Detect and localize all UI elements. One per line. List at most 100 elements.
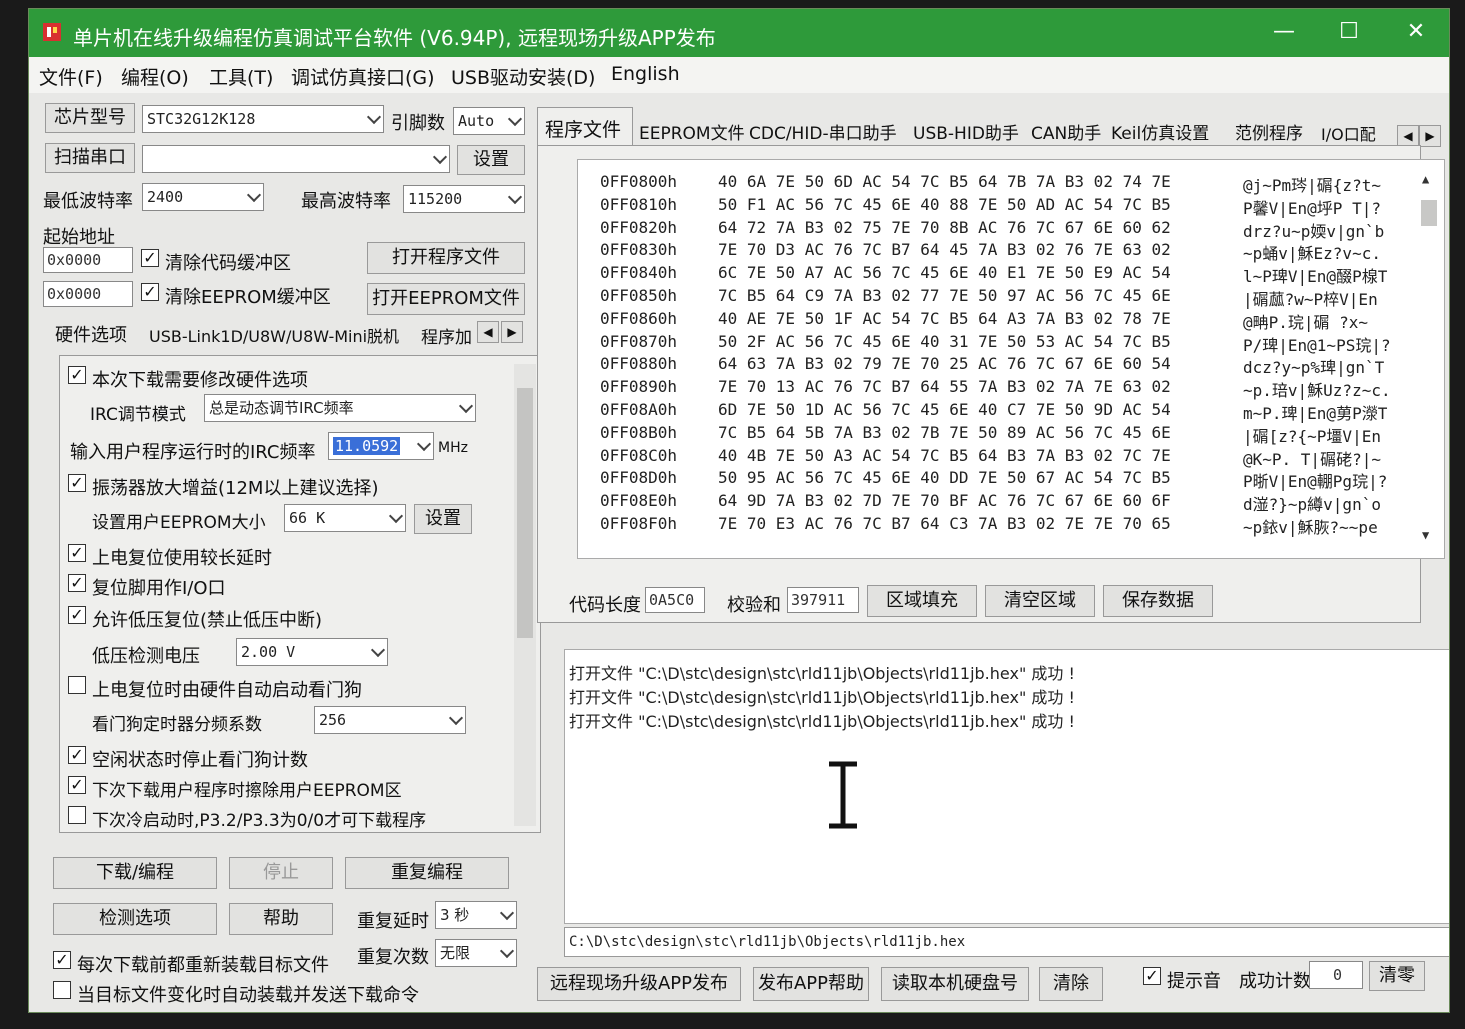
- menu-program[interactable]: 编程(O): [121, 63, 189, 90]
- p32-checkbox[interactable]: [68, 806, 86, 824]
- tab-program-add[interactable]: 程序加: [421, 323, 472, 348]
- menu-debug[interactable]: 调试仿真接口(G): [291, 63, 435, 90]
- erase-eeprom-checkbox[interactable]: ✓: [68, 776, 86, 794]
- chip-model-button[interactable]: 芯片型号: [45, 103, 135, 133]
- chip-model-select[interactable]: STC32G12K128: [142, 105, 384, 133]
- mhz-unit: MHz: [438, 440, 468, 456]
- stop-button[interactable]: 停止: [229, 857, 333, 889]
- irc-mode-value: 总是动态调节IRC频率: [209, 399, 354, 417]
- area-fill-button[interactable]: 区域填充: [867, 585, 977, 617]
- hw-scrollbar-thumb[interactable]: [517, 388, 533, 638]
- wdt-div-label: 看门狗定时器分频系数: [92, 715, 262, 735]
- reload-checkbox[interactable]: ✓: [53, 951, 71, 969]
- start-addr-input-1[interactable]: 0x0000: [43, 247, 133, 273]
- open-program-button[interactable]: 打开程序文件: [367, 242, 525, 274]
- publish-app-help-button[interactable]: 发布APP帮助: [753, 967, 869, 1001]
- tab-examples[interactable]: 范例程序: [1235, 119, 1303, 144]
- reset-io-checkbox[interactable]: ✓: [68, 574, 86, 592]
- lvr-label: 允许低压复位(禁止低压中断): [92, 610, 323, 631]
- irc-mode-select[interactable]: 总是动态调节IRC频率: [204, 394, 476, 422]
- tab-scroll-right-icon[interactable]: ▶: [501, 321, 523, 343]
- autoload-label: 当目标文件变化时自动装载并发送下载命令: [77, 985, 419, 1006]
- text-cursor-icon: [829, 761, 857, 829]
- hex-ascii: |碿蓏?w~P椊V|En: [1243, 290, 1378, 309]
- chevron-down-icon: [499, 943, 515, 959]
- repeat-delay-select[interactable]: 3 秒: [435, 901, 517, 929]
- eeprom-set-button[interactable]: 设置: [414, 504, 472, 534]
- start-addr-input-2[interactable]: 0x0000: [43, 281, 133, 307]
- tab-usb-hid[interactable]: USB-HID助手: [913, 119, 1019, 144]
- tab-can[interactable]: CAN助手: [1031, 119, 1101, 144]
- read-disk-id-button[interactable]: 读取本机硬盘号: [881, 967, 1029, 1001]
- eeprom-size-value: 66 K: [289, 509, 326, 527]
- modify-options-checkbox[interactable]: ✓: [68, 366, 86, 384]
- eeprom-size-select[interactable]: 66 K: [284, 504, 406, 532]
- minimize-icon[interactable]: —: [1254, 15, 1314, 49]
- tab-scroll-left-icon[interactable]: ◀: [1397, 125, 1419, 147]
- chevron-down-icon: [507, 189, 523, 205]
- hex-ascii: d潂?}~p繜v|gn`o: [1243, 495, 1381, 515]
- tab-scroll-left-icon[interactable]: ◀: [477, 321, 499, 343]
- clear-log-button[interactable]: 清除: [1039, 967, 1103, 1001]
- port-select[interactable]: [142, 145, 450, 173]
- scroll-up-icon[interactable]: ▲: [1422, 172, 1429, 186]
- file-path-field[interactable]: C:\D\stc\design\stc\rld11jb\Objects\rld1…: [564, 927, 1449, 957]
- scan-port-button[interactable]: 扫描串口: [45, 143, 135, 173]
- clear-area-button[interactable]: 清空区域: [985, 585, 1095, 617]
- clear-code-label: 清除代码缓冲区: [165, 253, 291, 274]
- max-baud-select[interactable]: 115200: [403, 185, 525, 213]
- menu-english[interactable]: English: [611, 63, 680, 85]
- reset-count-button[interactable]: 清零: [1369, 961, 1425, 991]
- clear-code-checkbox[interactable]: ✓: [141, 249, 159, 267]
- min-baud-select[interactable]: 2400: [142, 183, 264, 211]
- tab-keil[interactable]: Keil仿真设置: [1111, 119, 1209, 144]
- hex-address: 0FF0800h: [600, 172, 678, 191]
- hex-view[interactable]: 0FF0800h 40 6A 7E 50 6D AC 54 7C B5 64 7B…: [577, 159, 1445, 559]
- tab-scroll-right-icon[interactable]: ▶: [1419, 125, 1441, 147]
- hex-vscroll-thumb[interactable]: [1421, 200, 1437, 226]
- reprogram-button[interactable]: 重复编程: [345, 857, 509, 889]
- long-delay-checkbox[interactable]: ✓: [68, 544, 86, 562]
- tab-hardware[interactable]: 硬件选项: [55, 321, 127, 347]
- remote-upgrade-button[interactable]: 远程现场升级APP发布: [537, 967, 741, 1001]
- tab-program-file[interactable]: 程序文件: [545, 115, 621, 142]
- idle-wdt-checkbox[interactable]: ✓: [68, 746, 86, 764]
- hex-bytes: 50 2F AC 56 7C 45 6E 40 31 7E 50 53 AC 5…: [718, 331, 1171, 351]
- autoload-checkbox[interactable]: [53, 981, 71, 999]
- osc-gain-checkbox[interactable]: ✓: [68, 474, 86, 492]
- download-button[interactable]: 下载/编程: [53, 857, 217, 889]
- wdt-div-select[interactable]: 256: [314, 706, 466, 734]
- hex-ascii: dcz?y~p%琕|gn`T: [1243, 358, 1385, 378]
- lv-detect-select[interactable]: 2.00 V: [236, 638, 388, 666]
- pins-select[interactable]: Auto: [453, 107, 525, 135]
- chevron-down-icon: [246, 187, 262, 203]
- menu-tools[interactable]: 工具(T): [209, 63, 273, 90]
- tab-cdc-hid[interactable]: CDC/HID-串口助手: [749, 119, 897, 144]
- open-eeprom-button[interactable]: 打开EEPROM文件: [367, 283, 525, 315]
- menu-file[interactable]: 文件(F): [39, 63, 103, 90]
- close-icon[interactable]: ✕: [1386, 15, 1446, 49]
- hex-ascii: P/琕|En@1~PS琓|?: [1243, 335, 1391, 355]
- scroll-down-icon[interactable]: ▼: [1422, 528, 1429, 542]
- help-button[interactable]: 帮助: [229, 903, 333, 935]
- clear-eeprom-checkbox[interactable]: ✓: [141, 283, 159, 301]
- tab-io-config[interactable]: I/O口配: [1321, 121, 1376, 145]
- sound-checkbox[interactable]: ✓: [1143, 967, 1161, 985]
- hw-scrollbar[interactable]: [514, 364, 536, 826]
- pins-label: 引脚数: [391, 113, 445, 134]
- output-log[interactable]: 打开文件 "C:\D\stc\design\stc\rld11jb\Object…: [564, 649, 1449, 924]
- save-data-button[interactable]: 保存数据: [1103, 585, 1213, 617]
- check-options-button[interactable]: 检测选项: [53, 903, 217, 935]
- tab-eeprom-file[interactable]: EEPROM文件: [639, 119, 745, 144]
- window-title: 单片机在线升级编程仿真调试平台软件 (V6.94P), 远程现场升级APP发布: [73, 26, 716, 50]
- maximize-icon[interactable]: ☐: [1319, 15, 1379, 49]
- lvr-checkbox[interactable]: ✓: [68, 606, 86, 624]
- hex-vscrollbar[interactable]: ▲ ▼: [1420, 172, 1438, 542]
- hex-address: 0FF0890h: [600, 377, 678, 397]
- menu-usb-driver[interactable]: USB驱动安装(D): [451, 63, 595, 90]
- repeat-count-select[interactable]: 无限: [435, 939, 517, 967]
- wdt-auto-checkbox[interactable]: [68, 676, 86, 694]
- tab-usb-link[interactable]: USB-Link1D/U8W/U8W-Mini脱机: [149, 323, 399, 347]
- irc-freq-select[interactable]: 11.0592: [328, 432, 434, 460]
- port-settings-button[interactable]: 设置: [457, 145, 525, 175]
